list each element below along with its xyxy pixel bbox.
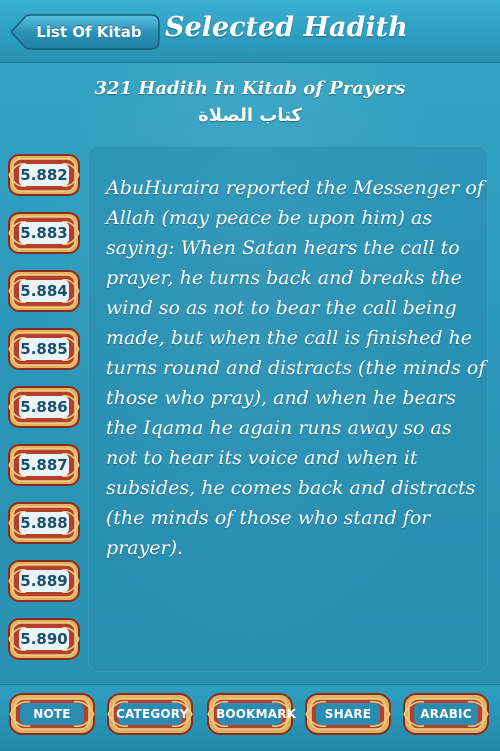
navigation-bar: List Of Kitab Selected Hadith: [0, 0, 500, 63]
hadith-number-button[interactable]: 5.886: [6, 384, 82, 430]
arabic-button[interactable]: ARABIC: [402, 692, 490, 736]
back-button[interactable]: List Of Kitab: [10, 14, 160, 50]
note-button-label: NOTE: [33, 707, 71, 721]
hadith-number-button[interactable]: 5.890: [6, 616, 82, 662]
hadith-number-label: 5.887: [19, 454, 69, 476]
kitab-subtitle: 321 Hadith In Kitab of Prayers: [94, 78, 406, 99]
hadith-number-label: 5.882: [19, 164, 69, 186]
hadith-number-label: 5.888: [19, 512, 69, 534]
hadith-number-label: 5.889: [19, 570, 69, 592]
page-title: Selected Hadith: [165, 12, 408, 43]
hadith-number-button[interactable]: 5.887: [6, 442, 82, 488]
hadith-number-button[interactable]: 5.889: [6, 558, 82, 604]
category-button[interactable]: CATEGORY: [106, 692, 194, 736]
share-button[interactable]: SHARE: [304, 692, 392, 736]
hadith-number-button[interactable]: 5.883: [6, 210, 82, 256]
arabic-button-label: ARABIC: [420, 707, 472, 721]
hadith-number-label: 5.883: [19, 222, 69, 244]
hadith-number-button[interactable]: 5.884: [6, 268, 82, 314]
share-button-label: SHARE: [324, 707, 372, 721]
hadith-number-button[interactable]: 5.885: [6, 326, 82, 372]
bookmark-button-label: BOOKMARK: [216, 707, 297, 721]
hadith-number-button[interactable]: 5.888: [6, 500, 82, 546]
bookmark-button[interactable]: BOOKMARK: [206, 692, 297, 736]
back-button-label: List Of Kitab: [36, 23, 142, 41]
kitab-arabic-title: كتاب الصلاة: [198, 105, 302, 126]
hadith-number-button[interactable]: 5.882: [6, 152, 82, 198]
hadith-number-label: 5.890: [19, 628, 69, 650]
hadith-number-label: 5.884: [19, 280, 69, 302]
note-button[interactable]: NOTE: [8, 692, 96, 736]
hadith-text: AbuHuraira reported the Messenger of All…: [106, 177, 486, 559]
hadith-number-label: 5.885: [19, 338, 69, 360]
hadith-number-label: 5.886: [19, 396, 69, 418]
category-button-label: CATEGORY: [116, 707, 189, 721]
